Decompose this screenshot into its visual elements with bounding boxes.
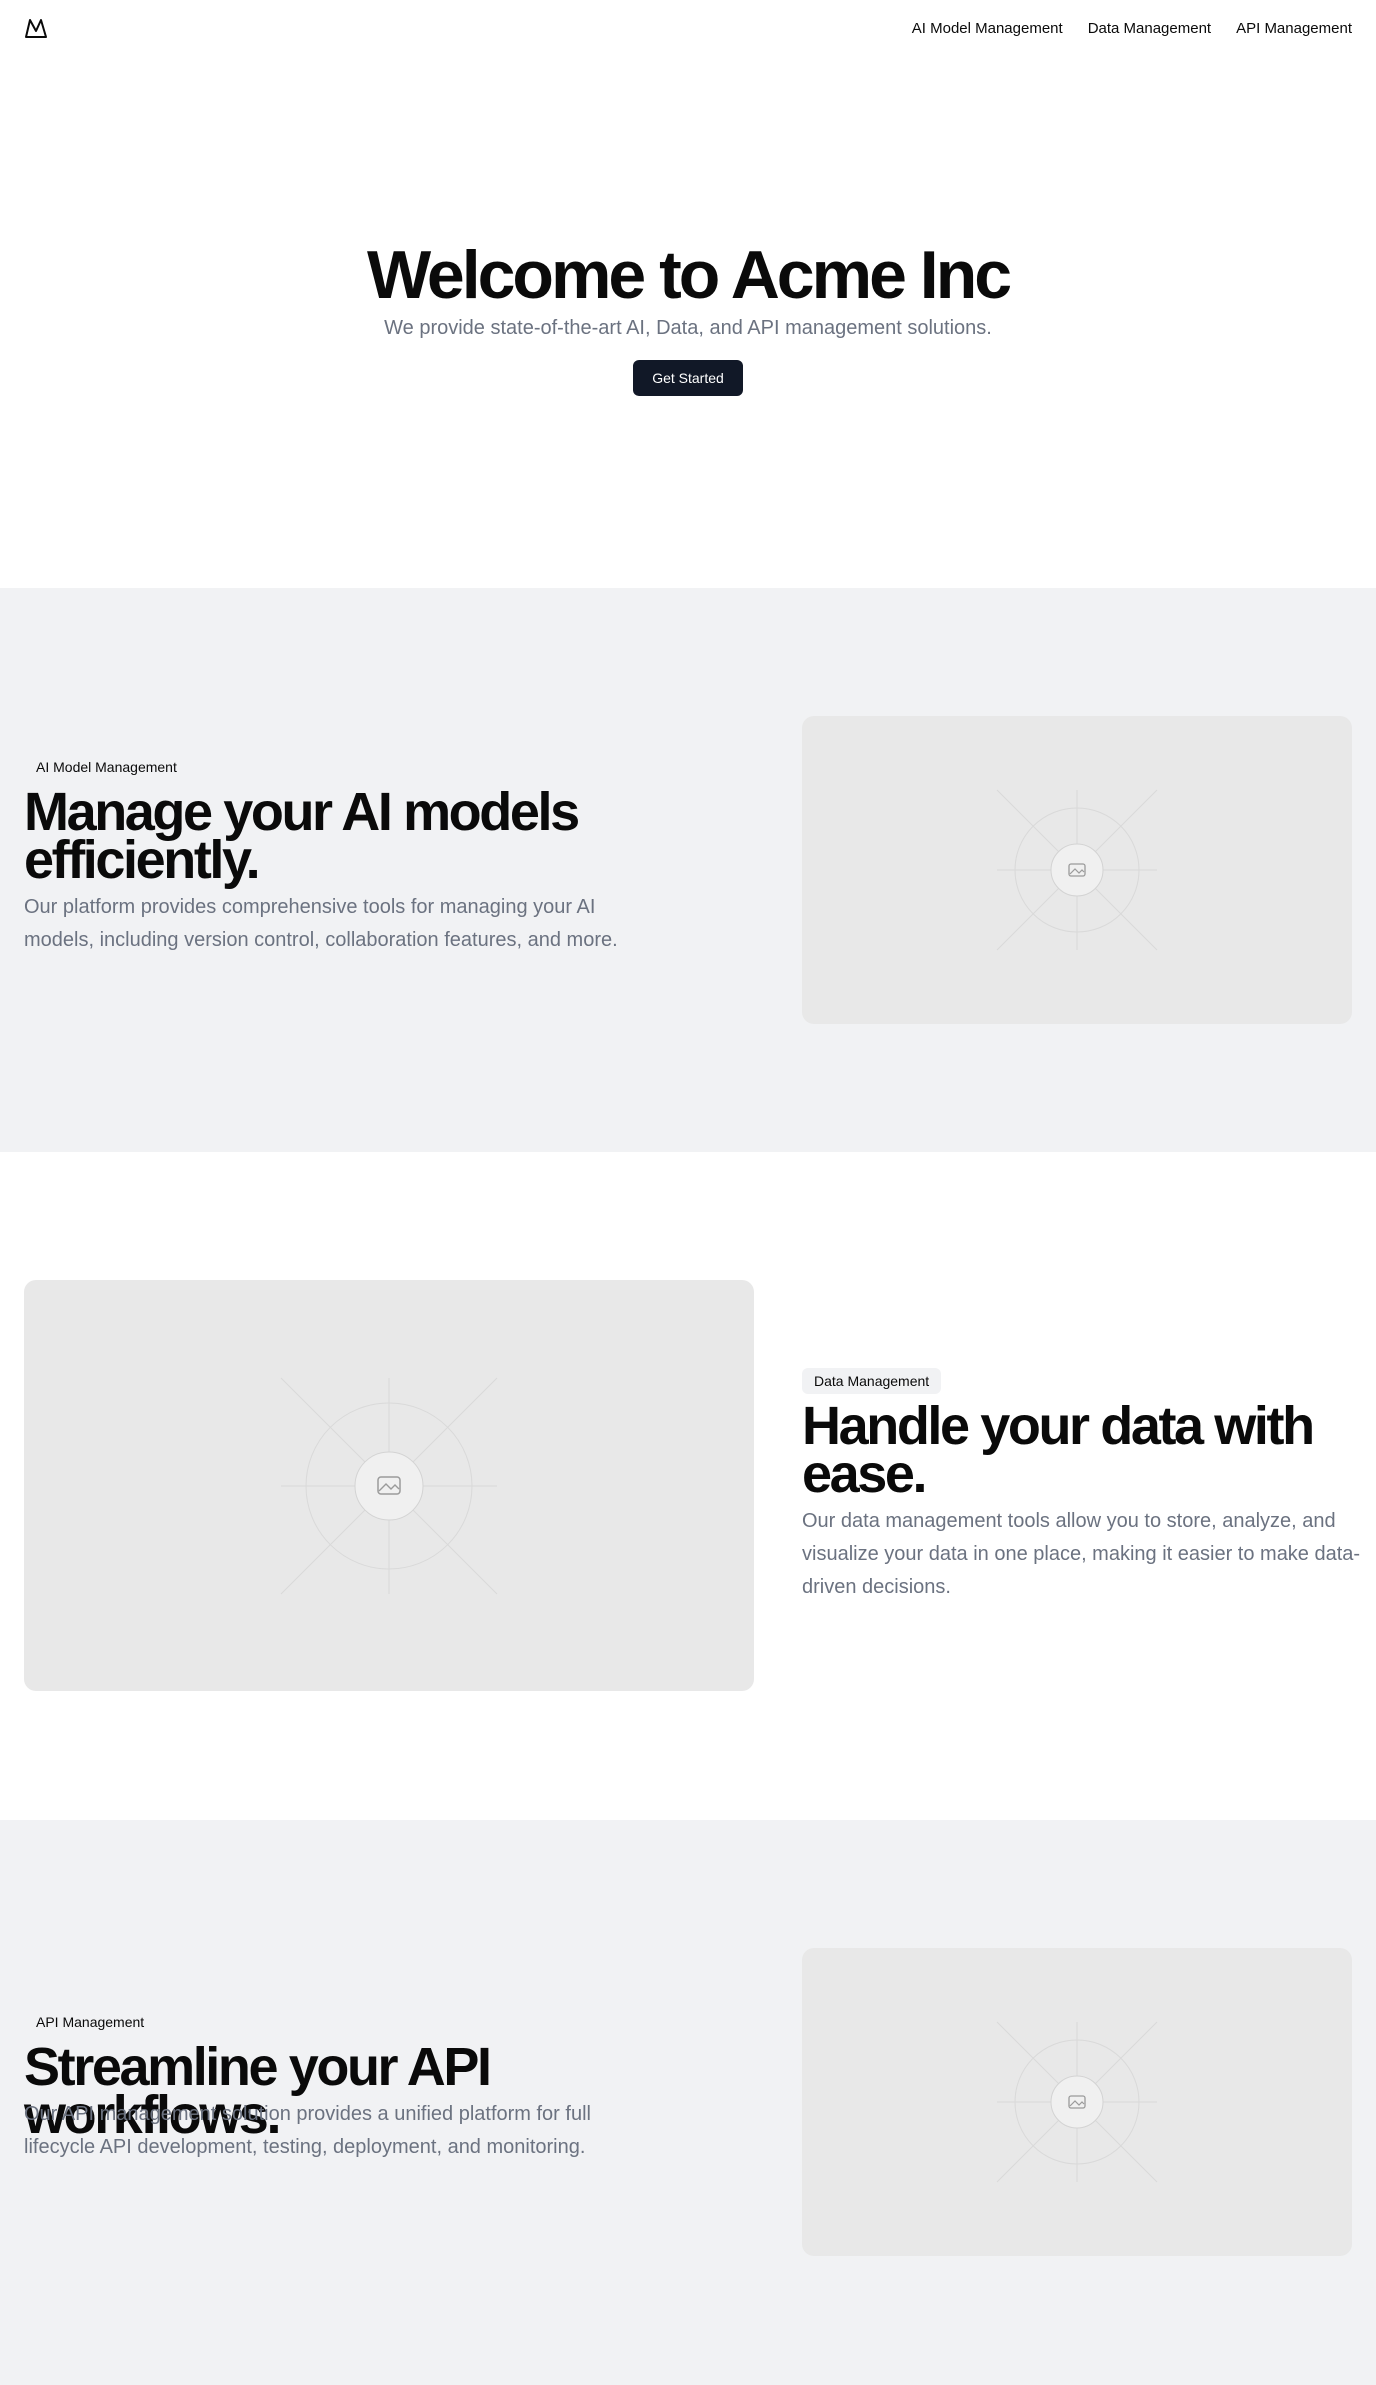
data-management-section: Data Management Handle your data with ea…: [0, 1152, 1376, 1820]
section-title: Handle your data with ease.: [802, 1396, 1315, 1504]
section-badge: API Management: [36, 2014, 145, 2030]
nav-link-api-management[interactable]: API Management: [1236, 20, 1352, 37]
section-description: Our data management tools allow you to s…: [802, 1510, 1361, 1598]
section-badge: Data Management: [802, 1368, 942, 1394]
api-management-section: API Management Streamline your API workf…: [0, 1820, 1376, 2385]
image-placeholder-icon: [996, 789, 1158, 951]
section-title: Manage your AI models efficiently.: [24, 782, 580, 890]
section-description: Our platform provides comprehensive tool…: [24, 896, 618, 951]
image-placeholder: [24, 1280, 754, 1691]
section-description: Our API management solution provides a u…: [24, 2103, 591, 2158]
mountain-icon[interactable]: [24, 17, 48, 39]
image-placeholder-icon: [280, 1377, 498, 1595]
hero-subtitle: We provide state-of-the-art AI, Data, an…: [384, 317, 992, 339]
nav-link-data-management[interactable]: Data Management: [1088, 20, 1211, 37]
ai-model-section: AI Model Management Manage your AI model…: [0, 588, 1376, 1152]
image-placeholder: [802, 716, 1352, 1024]
hero-section: Welcome to Acme Inc We provide state-of-…: [0, 56, 1376, 588]
get-started-button[interactable]: Get Started: [633, 360, 743, 396]
site-header: AI Model Management Data Management API …: [0, 0, 1376, 56]
section-badge: AI Model Management: [36, 759, 177, 775]
main-nav: AI Model Management Data Management API …: [912, 0, 1376, 56]
image-placeholder: [802, 1948, 1352, 2256]
hero-title: Welcome to Acme Inc: [366, 237, 1012, 313]
image-placeholder-icon: [996, 2021, 1158, 2183]
nav-link-ai-model-management[interactable]: AI Model Management: [912, 20, 1063, 37]
